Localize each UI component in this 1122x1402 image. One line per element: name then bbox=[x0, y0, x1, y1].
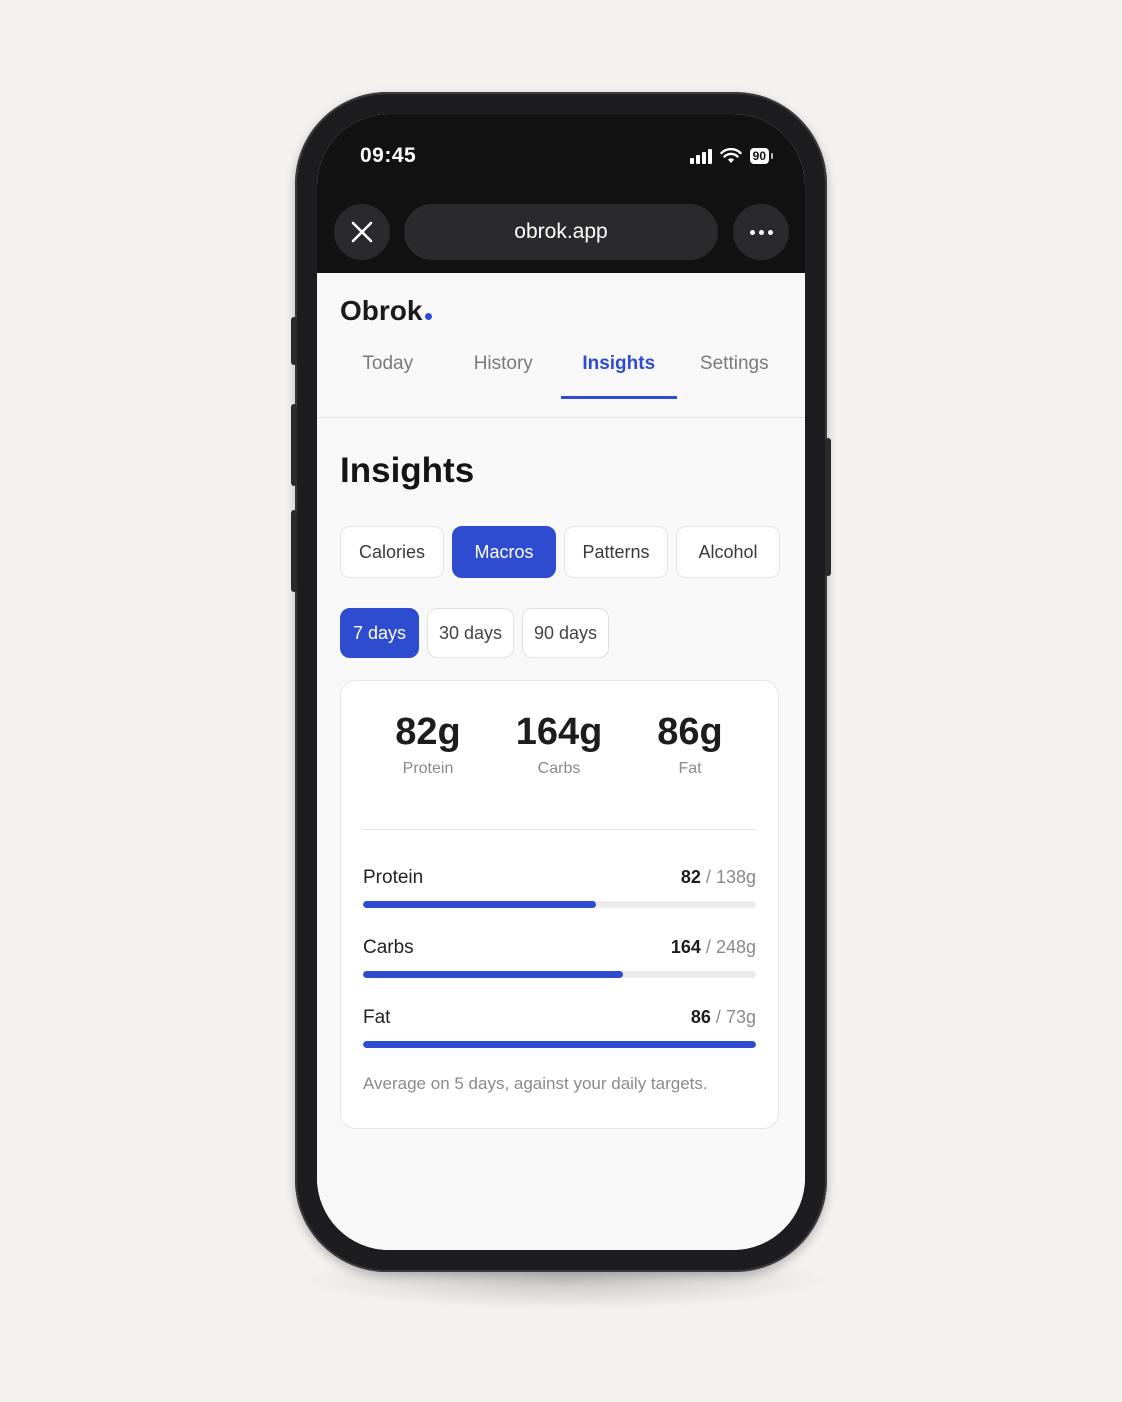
close-icon bbox=[351, 221, 373, 243]
summary-value: 164g bbox=[515, 711, 603, 753]
summary-protein: 82g Protein bbox=[358, 711, 498, 778]
macro-row-fat: Fat 86 / 73g bbox=[363, 1007, 756, 1048]
category-patterns-button[interactable]: Patterns bbox=[564, 526, 668, 578]
brand-dot bbox=[425, 313, 433, 320]
nav-tabs: Today History Insights Settings bbox=[330, 353, 792, 399]
macro-name: Fat bbox=[363, 1007, 391, 1028]
range-7-days-button[interactable]: 7 days bbox=[340, 608, 419, 658]
macro-amount: 164 / 248g bbox=[671, 937, 756, 958]
power-button bbox=[825, 438, 831, 576]
macros-card: 82g Protein 164g Carbs 86g Fat Protein 8 bbox=[340, 680, 779, 1129]
status-icons: 90 bbox=[689, 148, 774, 164]
macro-row-protein: Protein 82 / 138g bbox=[363, 867, 756, 908]
macro-target: 73g bbox=[725, 1007, 756, 1027]
app-content: Obrok Today History Insights Settings In… bbox=[317, 273, 805, 1250]
summary-label: Protein bbox=[402, 760, 454, 777]
macro-current: 164 bbox=[670, 937, 701, 957]
volume-up-button bbox=[291, 404, 297, 486]
browser-chrome: 09:45 90 obrok.app bbox=[317, 114, 805, 273]
macro-row-carbs: Carbs 164 / 248g bbox=[363, 937, 756, 978]
tab-today[interactable]: Today bbox=[330, 353, 446, 399]
close-button[interactable] bbox=[334, 204, 390, 260]
category-macros-button[interactable]: Macros bbox=[452, 526, 556, 578]
category-calories-button[interactable]: Calories bbox=[340, 526, 444, 578]
progress-fill bbox=[363, 971, 623, 978]
cellular-signal-icon bbox=[689, 148, 712, 164]
card-divider bbox=[363, 829, 756, 830]
range-90-days-button[interactable]: 90 days bbox=[522, 608, 609, 658]
summary-fat: 86g Fat bbox=[620, 711, 760, 778]
summary-value: 86g bbox=[657, 711, 723, 753]
summary-value: 82g bbox=[395, 711, 461, 753]
range-selector: 7 days 30 days 90 days bbox=[340, 608, 609, 658]
progress-fill bbox=[363, 901, 597, 908]
macro-target: 138g bbox=[715, 867, 756, 887]
macro-summary: 82g Protein 164g Carbs 86g Fat bbox=[341, 711, 778, 801]
macro-amount: 86 / 73g bbox=[691, 1007, 756, 1028]
progress-track bbox=[363, 1041, 756, 1048]
macro-separator: / bbox=[705, 867, 711, 887]
tabs-divider bbox=[317, 417, 805, 418]
tab-insights[interactable]: Insights bbox=[561, 353, 677, 399]
macro-current: 86 bbox=[690, 1007, 711, 1027]
macro-name: Carbs bbox=[363, 937, 414, 958]
battery-icon: 90 bbox=[749, 148, 774, 164]
progress-fill bbox=[363, 1041, 756, 1048]
macro-name: Protein bbox=[363, 867, 424, 888]
category-alcohol-button[interactable]: Alcohol bbox=[676, 526, 780, 578]
status-time: 09:45 bbox=[360, 144, 417, 167]
tab-settings[interactable]: Settings bbox=[677, 353, 793, 399]
mute-switch bbox=[291, 317, 297, 365]
volume-down-button bbox=[291, 510, 297, 592]
summary-label: Fat bbox=[678, 760, 702, 777]
wifi-icon bbox=[719, 148, 742, 163]
url-bar[interactable]: obrok.app bbox=[404, 204, 718, 260]
brand-name: Obrok bbox=[340, 295, 423, 326]
phone-screen: 09:45 90 obrok.app Obrok Today History I… bbox=[317, 114, 805, 1250]
more-icon bbox=[749, 229, 773, 235]
brand-logo[interactable]: Obrok bbox=[340, 295, 433, 327]
progress-track bbox=[363, 901, 756, 908]
summary-label: Carbs bbox=[537, 760, 581, 777]
card-footnote: Average on 5 days, against your daily ta… bbox=[363, 1074, 708, 1093]
range-30-days-button[interactable]: 30 days bbox=[427, 608, 514, 658]
macro-target: 248g bbox=[715, 937, 756, 957]
summary-carbs: 164g Carbs bbox=[489, 711, 629, 778]
macro-separator: / bbox=[705, 937, 711, 957]
tab-history[interactable]: History bbox=[446, 353, 562, 399]
macro-amount: 82 / 138g bbox=[681, 867, 756, 888]
page-title: Insights bbox=[340, 451, 475, 490]
macro-separator: / bbox=[715, 1007, 721, 1027]
macro-current: 82 bbox=[680, 867, 701, 887]
category-selector: Calories Macros Patterns Alcohol bbox=[340, 526, 780, 578]
progress-track bbox=[363, 971, 756, 978]
more-options-button[interactable] bbox=[733, 204, 789, 260]
